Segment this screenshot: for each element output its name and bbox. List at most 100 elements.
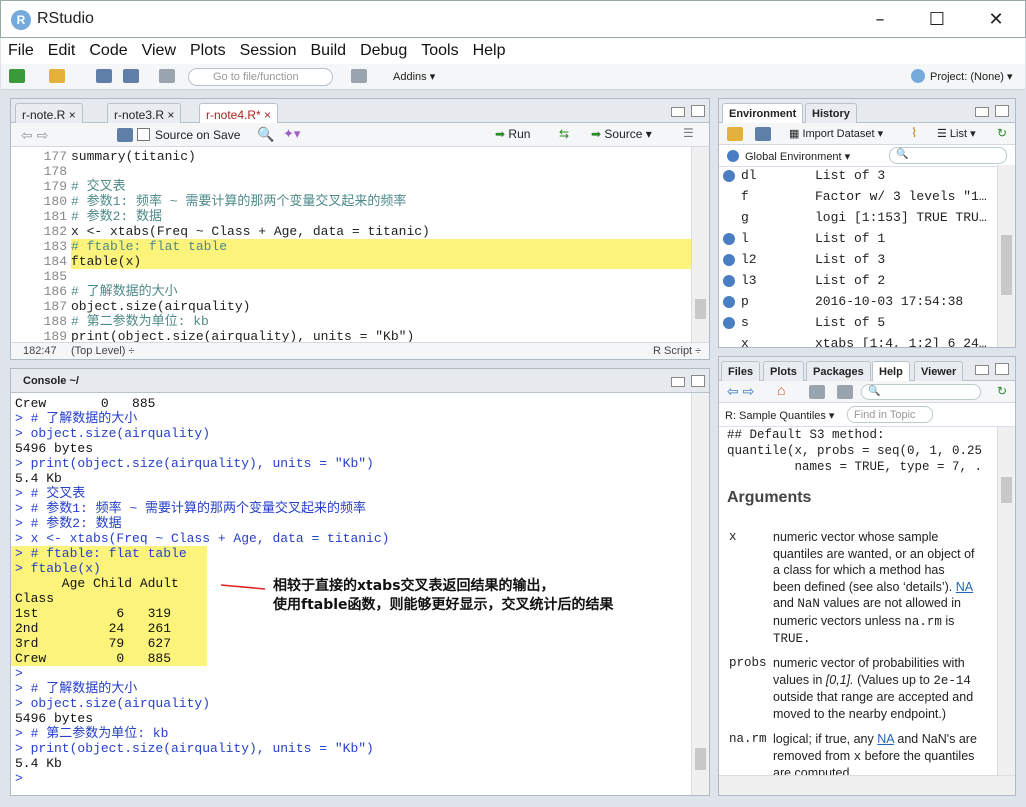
minimize-pane-icon[interactable] [975,107,989,117]
refresh-icon[interactable]: ↻ [997,384,1007,398]
expand-icon[interactable] [723,170,735,182]
env-row[interactable]: x xtabs [1:4, 1:2] 6 24… [719,333,995,347]
na-link[interactable]: NA [877,732,894,746]
help-hscrollbar[interactable] [719,775,1015,795]
env-row[interactable]: s List of 5 [719,312,995,333]
editor-scrollbar[interactable] [691,147,709,342]
outline-icon[interactable]: ☰ [683,126,694,140]
env-row[interactable]: l2 List of 3 [719,249,995,270]
code-line[interactable]: object.size(airquality) [71,299,250,314]
env-row[interactable]: l3 List of 2 [719,270,995,291]
maximize-icon[interactable]: ☐ [922,9,952,31]
maximize-pane-icon[interactable] [995,363,1009,375]
expand-icon[interactable] [723,275,735,287]
run-button[interactable]: ➡ Run [495,127,530,141]
tab-viewer[interactable]: Viewer [914,361,964,383]
env-row[interactable]: p 2016-10-03 17:54:38 [719,291,995,312]
menu-session[interactable]: Session [233,38,304,60]
import-dataset-menu[interactable]: ▦ Import Dataset ▾ [789,127,883,140]
tab-r-note[interactable]: r-note.R × [15,103,83,125]
env-row[interactable]: f Factor w/ 3 levels "1… [719,186,995,207]
menu-file[interactable]: File [1,38,41,60]
new-window-icon[interactable] [837,385,853,399]
code-line[interactable]: # ftable: flat table [71,239,691,254]
find-in-topic-input[interactable]: Find in Topic [847,406,933,423]
menu-code[interactable]: Code [82,38,134,60]
save-all-icon[interactable] [123,69,139,83]
code-line[interactable]: # 交叉表 [71,179,126,194]
minimize-pane-icon[interactable] [975,365,989,375]
wand-icon[interactable]: ✦▾ [283,126,300,142]
maximize-pane-icon[interactable] [691,375,705,387]
expand-icon[interactable] [723,233,735,245]
back-forward-icon[interactable]: ⇦ ⇨ [21,127,48,144]
menu-build[interactable]: Build [304,38,354,60]
code-line[interactable]: summary(titanic) [71,149,196,164]
broom-icon[interactable]: ⌇ [911,125,917,141]
minimize-pane-icon[interactable] [671,377,685,387]
tab-packages[interactable]: Packages [806,361,871,383]
list-view-menu[interactable]: ☰ List ▾ [937,127,976,140]
help-topic-menu[interactable]: R: Sample Quantiles ▾ [725,409,834,422]
help-search-input[interactable]: 🔍 [861,384,981,400]
scope-selector[interactable]: (Top Level) ÷ [71,345,135,357]
scroll-thumb[interactable] [1001,477,1012,503]
minimize-icon[interactable]: – [865,9,895,31]
refresh-icon[interactable]: ↻ [997,126,1007,140]
rerun-icon[interactable]: ⇆ [559,127,569,141]
env-scrollbar[interactable] [997,165,1015,347]
print-icon[interactable] [159,69,175,83]
menu-debug[interactable]: Debug [353,38,414,60]
menu-tools[interactable]: Tools [414,38,465,60]
maximize-pane-icon[interactable] [691,105,705,117]
code-line[interactable]: # 了解数据的大小 [71,284,178,299]
expand-icon[interactable] [723,254,735,266]
help-scrollbar[interactable] [997,427,1015,775]
env-row[interactable]: l List of 1 [719,228,995,249]
back-forward-icon[interactable]: ⇦ ⇨ [727,383,754,400]
goto-file-input[interactable]: Go to file/function [188,68,333,86]
source-button[interactable]: ➡ Source ▾ [591,127,652,141]
load-workspace-icon[interactable] [727,127,743,141]
search-icon[interactable]: 🔍 [257,126,274,143]
console-scrollbar[interactable] [691,393,709,795]
close-icon[interactable]: ✕ [981,9,1011,31]
project-menu[interactable]: Project: (None) ▾ [930,70,1013,83]
file-type-selector[interactable]: R Script ÷ [653,345,701,357]
menu-view[interactable]: View [135,38,183,60]
expand-icon[interactable] [723,317,735,329]
code-line[interactable]: print(object.size(airquality), units = "… [71,329,414,342]
code-line[interactable]: x <- xtabs(Freq ~ Class + Age, data = ti… [71,224,430,239]
save-workspace-icon[interactable] [755,127,771,141]
env-row[interactable]: dl List of 3 [719,165,995,186]
grid-layout-icon[interactable] [351,69,367,83]
home-icon[interactable]: ⌂ [777,382,785,398]
tab-plots[interactable]: Plots [763,361,804,383]
source-on-save-checkbox[interactable] [137,128,150,141]
env-row[interactable]: g logi [1:153] TRUE TRU… [719,207,995,228]
save-icon[interactable] [117,128,133,142]
save-icon[interactable] [96,69,112,83]
env-search-input[interactable]: 🔍 [889,147,1007,164]
tab-r-note3[interactable]: r-note3.R × [107,103,182,125]
scroll-thumb[interactable] [1001,235,1012,295]
env-scope-menu[interactable]: Global Environment ▾ [745,150,850,163]
open-project-icon[interactable] [49,69,65,83]
scroll-thumb[interactable] [695,748,706,770]
code-line[interactable]: ftable(x) [71,254,691,269]
code-line[interactable]: # 参数1: 频率 ~ 需要计算的那两个变量交叉起来的频率 [71,194,406,209]
minimize-pane-icon[interactable] [671,107,685,117]
scroll-thumb[interactable] [695,299,706,319]
tab-history[interactable]: History [805,103,857,125]
menu-help[interactable]: Help [466,38,513,60]
menu-edit[interactable]: Edit [41,38,83,60]
na-link[interactable]: NA [956,580,973,594]
new-file-icon[interactable] [9,69,25,83]
tab-files[interactable]: Files [721,361,761,383]
menu-plots[interactable]: Plots [183,38,233,60]
code-editor[interactable]: 177 summary(titanic) 178 179 # 交叉表 180 # 参数1: … [11,147,691,342]
print-icon[interactable] [809,385,825,399]
addins-menu[interactable]: Addins ▾ [393,70,435,83]
code-line[interactable]: # 参数2: 数据 [71,209,162,224]
expand-icon[interactable] [723,296,735,308]
